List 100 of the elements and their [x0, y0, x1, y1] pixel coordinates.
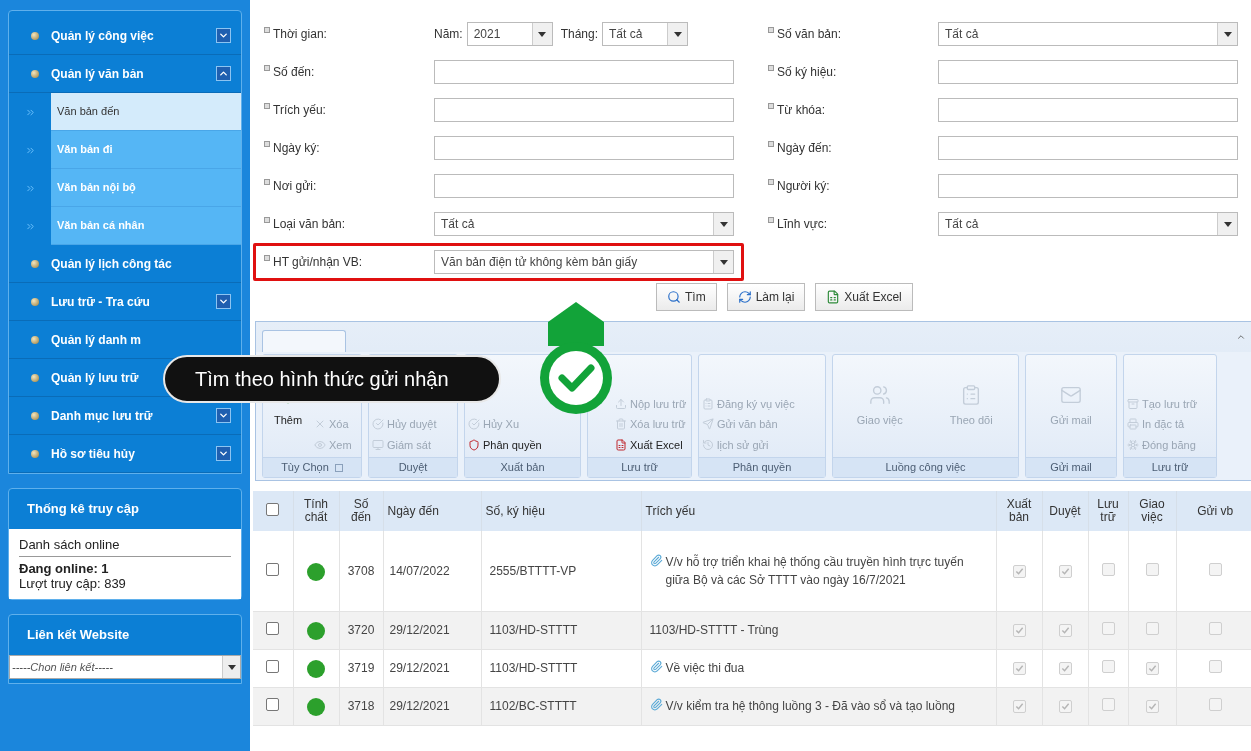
group-title: Gửi mail: [1050, 460, 1092, 476]
spreadsheet-icon: [826, 290, 841, 304]
expand-icon[interactable]: [216, 294, 231, 309]
menu-item[interactable]: Lưu trữ - Tra cứu: [9, 283, 241, 321]
archive-icon: [1127, 397, 1139, 410]
field-label: Nơi gửi:: [273, 178, 317, 195]
table-cell: 1102/BC-STTTT: [481, 687, 641, 725]
field-label: Ngày đến:: [777, 140, 832, 157]
dropdown-icon: [1223, 31, 1232, 37]
field-label: Trích yếu:: [273, 102, 326, 119]
table-cell: 29/12/2021: [383, 687, 481, 725]
clipboard-icon: [702, 397, 714, 410]
checkbox[interactable]: [266, 503, 280, 516]
group-title: Phân quyền: [732, 460, 792, 476]
square-bullet-icon: [768, 27, 774, 33]
checkbox[interactable]: [266, 562, 280, 576]
check-icon: [1147, 664, 1157, 673]
check-icon: [1014, 664, 1024, 673]
text-field[interactable]: [938, 60, 1238, 84]
bullet-icon: [31, 31, 39, 40]
field-label: HT gửi/nhận VB:: [273, 254, 363, 271]
online-list-link[interactable]: Danh sách online: [19, 537, 231, 557]
square-bullet-icon: [264, 179, 270, 185]
square-bullet-icon: [264, 103, 270, 109]
text-field[interactable]: [938, 136, 1238, 160]
bullet-icon: [31, 335, 39, 344]
select-field[interactable]: Tất cả: [938, 212, 1238, 236]
group-title: Xuất bản: [500, 460, 545, 476]
check-icon: [1060, 626, 1070, 635]
panel-title: Liên kết Website: [26, 626, 131, 645]
checkbox[interactable]: [266, 622, 280, 635]
select-field[interactable]: Tất cả: [434, 212, 734, 236]
dropdown-icon: [719, 221, 728, 227]
menu-item[interactable]: Quản lý lịch công tác: [9, 245, 241, 283]
trash-icon: [615, 418, 627, 431]
field-label: Loại văn bản:: [273, 216, 346, 233]
monitor-icon: [372, 438, 384, 451]
visit-count: Lượt truy cập: 839: [19, 576, 127, 591]
expand-icon[interactable]: [216, 446, 231, 461]
printer-icon: [1127, 418, 1139, 431]
search-icon: [667, 290, 681, 304]
submenu-item[interactable]: Văn bản đến: [51, 93, 241, 131]
bullet-icon: [31, 373, 39, 382]
field-label: Số ký hiệu:: [777, 64, 837, 81]
menu-item[interactable]: Hồ sơ tiêu hủy: [9, 435, 241, 473]
month-label: Tháng:: [560, 26, 599, 43]
bullet-icon: [31, 297, 39, 306]
text-field[interactable]: [434, 98, 734, 122]
submenu-item[interactable]: Văn bản nội bộ: [51, 169, 241, 207]
users-icon: [868, 383, 891, 406]
dropdown-icon: [673, 31, 682, 37]
menu-item[interactable]: Quản lý công việc: [9, 17, 241, 55]
launcher-icon[interactable]: [334, 463, 343, 472]
checkbox[interactable]: [266, 698, 280, 711]
text-field[interactable]: [434, 60, 734, 84]
check-circle-icon: [468, 418, 480, 431]
square-bullet-icon: [768, 179, 774, 185]
field-label: Ngày ký:: [273, 140, 320, 157]
check-icon: [1060, 566, 1070, 576]
spreadsheet-icon: [615, 438, 627, 451]
ribbon-button[interactable]: Phân quyền: [468, 436, 577, 453]
square-bullet-icon: [264, 217, 270, 223]
bullet-icon: [31, 449, 39, 458]
table-cell: 1103/HD-STTTT: [481, 649, 641, 687]
select-field[interactable]: Tất cả: [938, 22, 1238, 46]
text-field[interactable]: [938, 174, 1238, 198]
checkbox[interactable]: [266, 660, 280, 673]
text-field[interactable]: [938, 98, 1238, 122]
check-icon: [1014, 566, 1024, 576]
eye-icon: [314, 438, 326, 451]
ribbon-button[interactable]: Xuất Excel: [615, 436, 688, 453]
select-field[interactable]: 2021: [466, 22, 553, 46]
expand-icon[interactable]: [216, 28, 231, 43]
collapse-icon[interactable]: [216, 66, 231, 81]
check-icon: [1060, 664, 1070, 673]
send-icon: [702, 418, 714, 431]
form-button[interactable]: Tìm: [656, 283, 717, 311]
group-title: Duyệt: [398, 460, 428, 476]
link-select[interactable]: -----Chon liên kết-----: [9, 655, 241, 679]
group-title: Luồng công việc: [885, 460, 966, 476]
text-field[interactable]: [434, 136, 734, 160]
form-button[interactable]: Làm lại: [726, 283, 806, 311]
ribbon-tab[interactable]: [262, 330, 346, 352]
check-icon: [1147, 702, 1157, 711]
collapse-icon[interactable]: [1236, 332, 1246, 342]
bullet-icon: [31, 69, 39, 78]
select-field[interactable]: Văn bản điện tử không kèm bản giấy: [434, 250, 734, 274]
square-bullet-icon: [264, 27, 270, 33]
expand-icon[interactable]: [216, 408, 231, 423]
select-field[interactable]: Tất cả: [602, 22, 689, 46]
field-label: Lĩnh vực:: [777, 216, 828, 233]
table-cell: 29/12/2021: [383, 611, 481, 649]
check-icon: [1060, 702, 1070, 711]
submenu-item[interactable]: Văn bản đi: [51, 131, 241, 169]
table-cell: 14/07/2022: [383, 531, 481, 611]
submenu-item[interactable]: Văn bản cá nhân: [51, 207, 241, 245]
history-icon: [702, 438, 714, 451]
form-button[interactable]: Xuất Excel: [815, 283, 913, 311]
text-field[interactable]: [434, 174, 734, 198]
field-label: Thời gian:: [273, 26, 327, 43]
